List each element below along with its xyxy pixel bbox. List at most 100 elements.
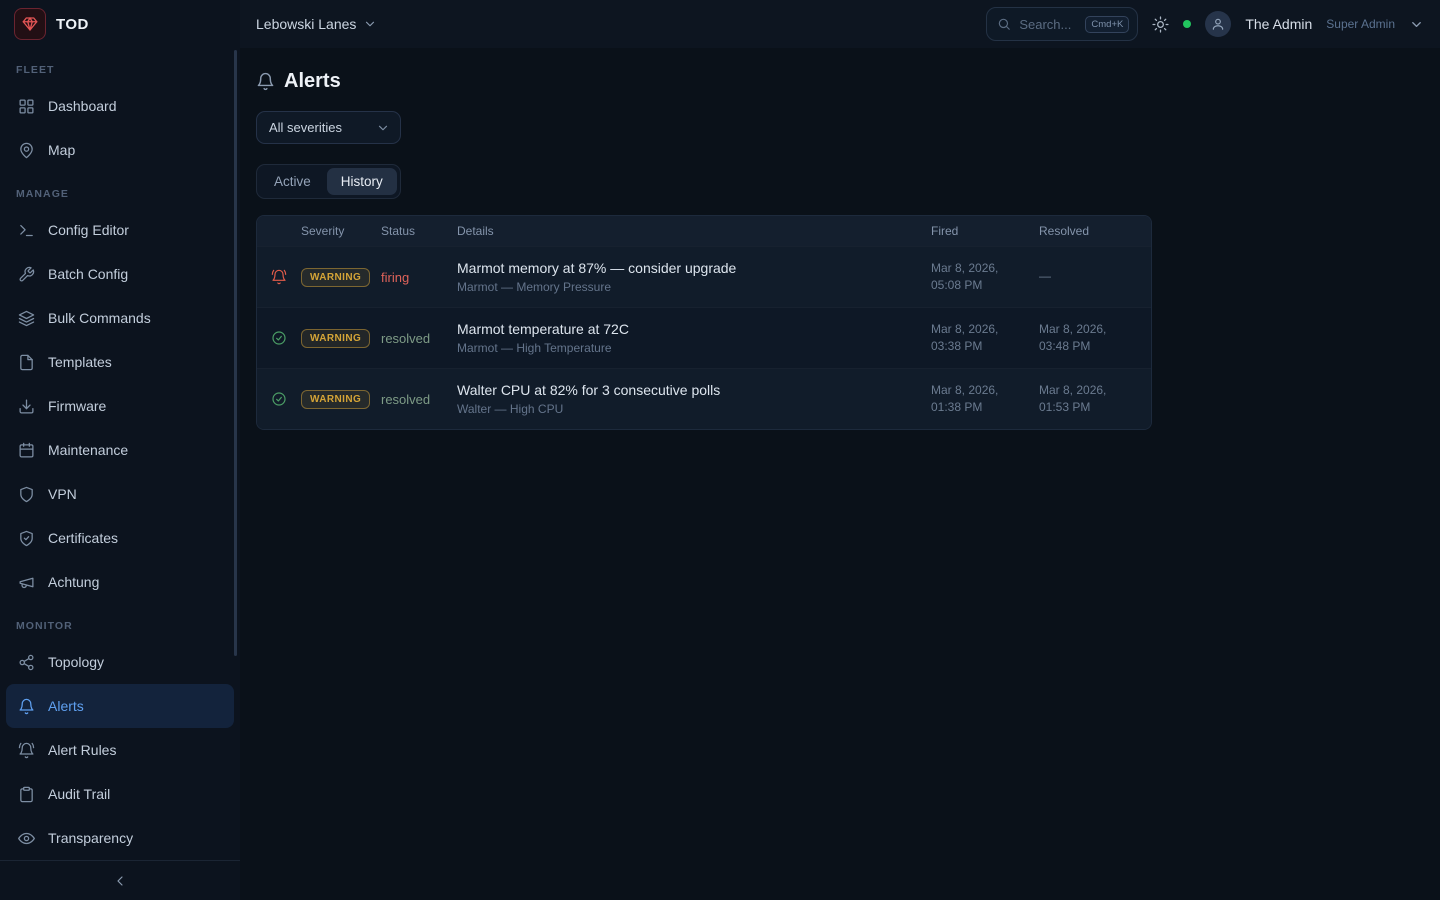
alert-details: Marmot memory at 87% — consider upgrade … [457, 250, 931, 304]
alert-title: Walter CPU at 82% for 3 consecutive poll… [457, 382, 915, 398]
sidebar-item-label: Templates [48, 354, 112, 370]
severity-badge: WARNING [301, 268, 370, 287]
sidebar-item-label: Map [48, 142, 75, 158]
app-root: TOD FLEET Dashboard Map MANAGE Config Ed… [0, 0, 1440, 900]
theme-toggle-button[interactable] [1152, 16, 1169, 33]
chevron-down-icon [363, 17, 377, 31]
user-icon [1211, 17, 1225, 31]
sidebar-item-topology[interactable]: Topology [6, 640, 234, 684]
section-label-monitor: MONITOR [6, 604, 234, 640]
sidebar-collapse-button[interactable] [0, 860, 240, 900]
connection-status-dot [1183, 20, 1191, 28]
alert-title: Marmot memory at 87% — consider upgrade [457, 260, 915, 276]
column-header-details: Details [457, 224, 931, 238]
tab-history[interactable]: History [327, 168, 397, 195]
fired-timestamp: Mar 8, 2026, 05:08 PM [931, 260, 1039, 295]
sidebar-item-transparency[interactable]: Transparency [6, 816, 234, 860]
status-text: resolved [381, 331, 457, 346]
network-icon [18, 654, 35, 671]
sidebar-item-label: Topology [48, 654, 104, 670]
sidebar-item-batch-config[interactable]: Batch Config [6, 252, 234, 296]
table-row[interactable]: WARNING resolved Marmot temperature at 7… [257, 307, 1151, 368]
sidebar-item-templates[interactable]: Templates [6, 340, 234, 384]
column-header-fired: Fired [931, 224, 1039, 238]
sidebar-item-alerts[interactable]: Alerts [6, 684, 234, 728]
status-text: resolved [381, 392, 457, 407]
bell-icon [256, 72, 275, 91]
sidebar-item-label: Transparency [48, 830, 133, 846]
eye-icon [18, 830, 35, 847]
sidebar-item-bulk-commands[interactable]: Bulk Commands [6, 296, 234, 340]
fired-timestamp: Mar 8, 2026, 03:38 PM [931, 321, 1039, 356]
sidebar-item-label: Config Editor [48, 222, 129, 238]
user-name: The Admin [1245, 16, 1312, 32]
gem-icon [21, 15, 39, 33]
sidebar-item-alert-rules[interactable]: Alert Rules [6, 728, 234, 772]
alert-subtitle: Walter — High CPU [457, 402, 915, 416]
layers-icon [18, 310, 35, 327]
sidebar-item-achtung[interactable]: Achtung [6, 560, 234, 604]
sidebar-item-label: Alerts [48, 698, 84, 714]
fired-timestamp: Mar 8, 2026, 01:38 PM [931, 382, 1039, 417]
alert-subtitle: Marmot — High Temperature [457, 341, 915, 355]
tab-active[interactable]: Active [260, 168, 325, 195]
sidebar-item-maintenance[interactable]: Maintenance [6, 428, 234, 472]
user-role-badge: Super Admin [1326, 17, 1395, 31]
clipboard-icon [18, 786, 35, 803]
alert-details: Marmot temperature at 72C Marmot — High … [457, 311, 931, 365]
alerts-tabs: Active History [256, 164, 401, 199]
sidebar-item-dashboard[interactable]: Dashboard [6, 84, 234, 128]
check-circle-icon [257, 391, 301, 407]
sidebar-item-certificates[interactable]: Certificates [6, 516, 234, 560]
sidebar-item-label: Certificates [48, 530, 118, 546]
sun-icon [1152, 16, 1169, 33]
sidebar-scrollbar[interactable] [234, 50, 237, 656]
avatar[interactable] [1205, 11, 1231, 37]
bell-icon [18, 698, 35, 715]
sidebar-item-label: Bulk Commands [48, 310, 151, 326]
megaphone-icon [18, 574, 35, 591]
sidebar-item-audit-trail[interactable]: Audit Trail [6, 772, 234, 816]
search-input[interactable] [1019, 17, 1077, 32]
topbar: Lebowski Lanes Cmd+K The Admin Super Ad [240, 0, 1440, 48]
sidebar-item-map[interactable]: Map [6, 128, 234, 172]
sidebar-item-label: Batch Config [48, 266, 128, 282]
section-label-manage: MANAGE [6, 172, 234, 208]
column-header-status: Status [381, 224, 457, 238]
chevron-down-icon [376, 121, 390, 135]
severity-filter-select[interactable]: All severities [256, 111, 401, 144]
check-circle-icon [257, 330, 301, 346]
app-name: TOD [56, 16, 89, 33]
alert-details: Walter CPU at 82% for 3 consecutive poll… [457, 372, 931, 426]
table-row[interactable]: WARNING resolved Walter CPU at 82% for 3… [257, 368, 1151, 429]
download-icon [18, 398, 35, 415]
user-menu-chevron-icon[interactable] [1409, 17, 1424, 32]
resolved-timestamp: — [1039, 268, 1151, 285]
status-text: firing [381, 270, 457, 285]
chevron-left-icon [112, 873, 128, 889]
table-row[interactable]: WARNING firing Marmot memory at 87% — co… [257, 246, 1151, 307]
resolved-timestamp: Mar 8, 2026, 03:48 PM [1039, 321, 1151, 356]
sidebar-nav: FLEET Dashboard Map MANAGE Config Editor… [0, 48, 240, 860]
search-shortcut-badge: Cmd+K [1085, 16, 1129, 33]
search-box[interactable]: Cmd+K [986, 7, 1138, 41]
app-logo [14, 8, 46, 40]
sidebar-item-label: VPN [48, 486, 77, 502]
bell-ring-icon [257, 269, 301, 285]
sidebar-header: TOD [0, 0, 240, 48]
severity-badge: WARNING [301, 329, 370, 348]
org-switcher[interactable]: Lebowski Lanes [256, 16, 377, 32]
sidebar-item-firmware[interactable]: Firmware [6, 384, 234, 428]
sidebar-item-label: Firmware [48, 398, 106, 414]
sidebar-item-vpn[interactable]: VPN [6, 472, 234, 516]
sidebar-item-config-editor[interactable]: Config Editor [6, 208, 234, 252]
column-header-severity: Severity [301, 224, 381, 238]
page-header: Alerts [256, 70, 1424, 93]
main-content: Alerts All severities Active History Sev… [240, 48, 1440, 900]
calendar-icon [18, 442, 35, 459]
content-column: Lebowski Lanes Cmd+K The Admin Super Ad [240, 0, 1440, 900]
shield-check-icon [18, 530, 35, 547]
bell-ring-icon [18, 742, 35, 759]
sidebar: TOD FLEET Dashboard Map MANAGE Config Ed… [0, 0, 240, 900]
wrench-icon [18, 266, 35, 283]
